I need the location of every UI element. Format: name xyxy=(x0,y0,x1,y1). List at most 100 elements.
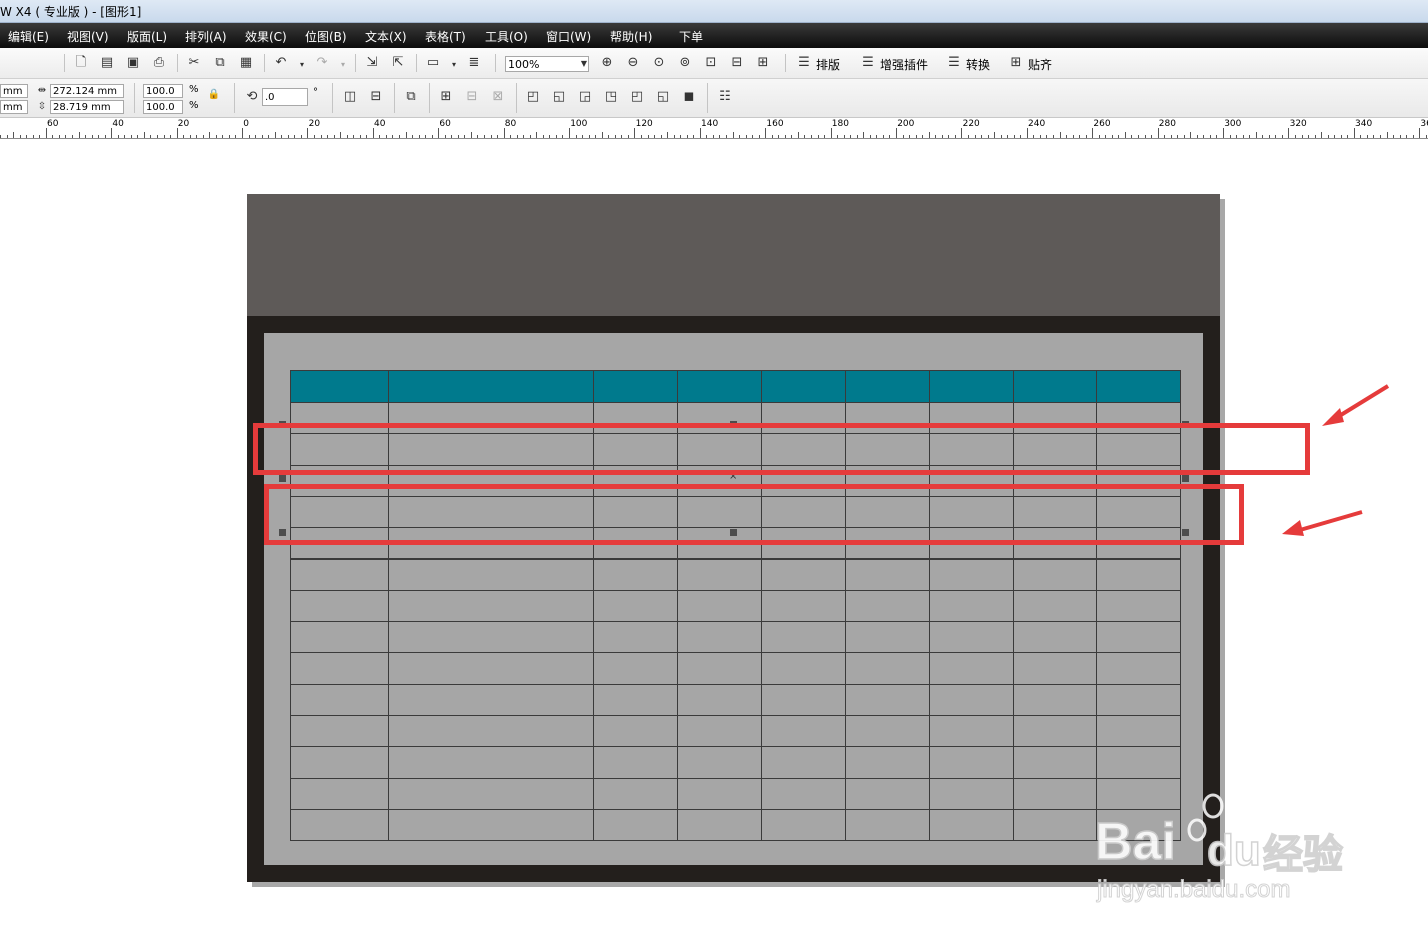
table-header-cell[interactable] xyxy=(677,370,762,403)
lock-ratio-icon[interactable]: 🔒 xyxy=(206,87,222,103)
scale-x-field[interactable]: 100.0 xyxy=(143,84,183,98)
table-cell[interactable] xyxy=(593,558,678,591)
table-header-cell[interactable] xyxy=(761,370,846,403)
redo-icon[interactable]: ↷ xyxy=(314,55,330,71)
table-cell[interactable] xyxy=(929,777,1014,810)
zoom-selected-icon[interactable]: ⊙ xyxy=(651,55,667,71)
application-launcher-icon[interactable]: ▭ xyxy=(425,55,441,71)
selection-handle-middle-left[interactable] xyxy=(279,475,286,482)
table-cell[interactable] xyxy=(290,589,389,623)
table-cell[interactable] xyxy=(761,652,846,685)
table-cell[interactable] xyxy=(761,808,846,842)
plugin-enhance-button[interactable]: 增强插件 xyxy=(880,56,928,73)
import-icon[interactable]: ⇲ xyxy=(364,55,380,71)
selection-handle-middle-right[interactable] xyxy=(1182,475,1189,482)
mirror-horizontal-icon[interactable]: ◫ xyxy=(342,89,358,105)
table-cell[interactable] xyxy=(1096,621,1181,654)
table-cell[interactable] xyxy=(593,621,678,654)
menu-window[interactable]: 窗口(W) xyxy=(546,28,591,45)
zoom-height-icon[interactable]: ⊞ xyxy=(755,55,771,71)
table-cell[interactable] xyxy=(677,808,762,842)
plugin-layout-button[interactable]: 排版 xyxy=(816,56,840,73)
table-cell[interactable] xyxy=(1013,558,1097,591)
table-cell[interactable] xyxy=(388,558,594,591)
table-cell[interactable] xyxy=(1013,777,1097,810)
table-cell[interactable] xyxy=(388,715,594,748)
simplify-icon[interactable]: ◰ xyxy=(629,89,645,105)
table-header-cell[interactable] xyxy=(388,370,594,403)
table-cell[interactable] xyxy=(845,683,930,716)
table-cell[interactable] xyxy=(677,558,762,591)
table-cell[interactable] xyxy=(388,808,594,842)
zoom-dropdown-icon[interactable]: ▼ xyxy=(576,56,592,72)
table-cell[interactable] xyxy=(290,558,389,591)
table-cell[interactable] xyxy=(290,808,389,842)
table-cell[interactable] xyxy=(845,746,930,779)
table-cell[interactable] xyxy=(1096,589,1181,623)
menu-tools[interactable]: 工具(O) xyxy=(485,28,528,45)
menu-view[interactable]: 视图(V) xyxy=(67,28,109,45)
menu-help[interactable]: 帮助(H) xyxy=(610,28,652,45)
front-minus-back-icon[interactable]: ◱ xyxy=(655,89,671,105)
table-cell[interactable] xyxy=(929,621,1014,654)
paste-icon[interactable]: ▦ xyxy=(238,55,254,71)
open-icon[interactable]: ▤ xyxy=(99,55,115,71)
table-cell[interactable] xyxy=(677,652,762,685)
table-cell[interactable] xyxy=(929,746,1014,779)
table-cell[interactable] xyxy=(290,746,389,779)
menu-table[interactable]: 表格(T) xyxy=(425,28,466,45)
mirror-vertical-icon[interactable]: ⊟ xyxy=(368,89,384,105)
table-cell[interactable] xyxy=(593,652,678,685)
menu-bitmaps[interactable]: 位图(B) xyxy=(305,28,347,45)
table-cell[interactable] xyxy=(761,589,846,623)
table-header-cell[interactable] xyxy=(845,370,930,403)
table-cell[interactable] xyxy=(845,808,930,842)
y-position-field[interactable]: mm xyxy=(0,100,28,114)
menu-arrange[interactable]: 排列(A) xyxy=(185,28,227,45)
table-cell[interactable] xyxy=(388,683,594,716)
zoom-all-icon[interactable]: ⊚ xyxy=(677,55,693,71)
group-icon[interactable]: ⊞ xyxy=(438,89,454,105)
table-cell[interactable] xyxy=(290,715,389,748)
table-cell[interactable] xyxy=(929,558,1014,591)
menu-text[interactable]: 文本(X) xyxy=(365,28,407,45)
zoom-out-icon[interactable]: ⊖ xyxy=(625,55,641,71)
table-cell[interactable] xyxy=(593,589,678,623)
table-cell[interactable] xyxy=(929,683,1014,716)
table-cell[interactable] xyxy=(761,558,846,591)
table-cell[interactable] xyxy=(593,746,678,779)
table-header-cell[interactable] xyxy=(929,370,1014,403)
print-icon[interactable]: ⎙ xyxy=(151,55,167,71)
table-cell[interactable] xyxy=(677,683,762,716)
table-cell[interactable] xyxy=(290,621,389,654)
table-cell[interactable] xyxy=(761,715,846,748)
table-cell[interactable] xyxy=(593,683,678,716)
table-cell[interactable] xyxy=(761,777,846,810)
intersect-icon[interactable]: ◳ xyxy=(603,89,619,105)
table-cell[interactable] xyxy=(290,652,389,685)
width-field[interactable]: 272.124 mm xyxy=(50,84,124,98)
table-cell[interactable] xyxy=(761,621,846,654)
save-icon[interactable]: ▣ xyxy=(125,55,141,71)
table-cell[interactable] xyxy=(845,589,930,623)
plugin-convert-button[interactable]: 转换 xyxy=(966,56,990,73)
table-cell[interactable] xyxy=(1013,621,1097,654)
spell-check-icon[interactable]: ≣ xyxy=(466,55,482,71)
export-icon[interactable]: ⇱ xyxy=(390,55,406,71)
table-cell[interactable] xyxy=(1096,652,1181,685)
ungroup-icon[interactable]: ⊟ xyxy=(464,89,480,105)
table-cell[interactable] xyxy=(677,715,762,748)
table-cell[interactable] xyxy=(1013,808,1097,842)
ungroup-all-icon[interactable]: ⊠ xyxy=(490,89,506,105)
table-cell[interactable] xyxy=(761,683,846,716)
table-cell[interactable] xyxy=(1096,746,1181,779)
table-cell[interactable] xyxy=(677,777,762,810)
table-cell[interactable] xyxy=(290,777,389,810)
table-cell[interactable] xyxy=(929,589,1014,623)
menu-effects[interactable]: 效果(C) xyxy=(245,28,287,45)
table-cell[interactable] xyxy=(1096,558,1181,591)
launcher-dropdown-icon[interactable]: ▾ xyxy=(446,57,462,73)
plugin-snap-button[interactable]: 贴齐 xyxy=(1028,56,1052,73)
table-cell[interactable] xyxy=(388,777,594,810)
height-field[interactable]: 28.719 mm xyxy=(50,100,124,114)
